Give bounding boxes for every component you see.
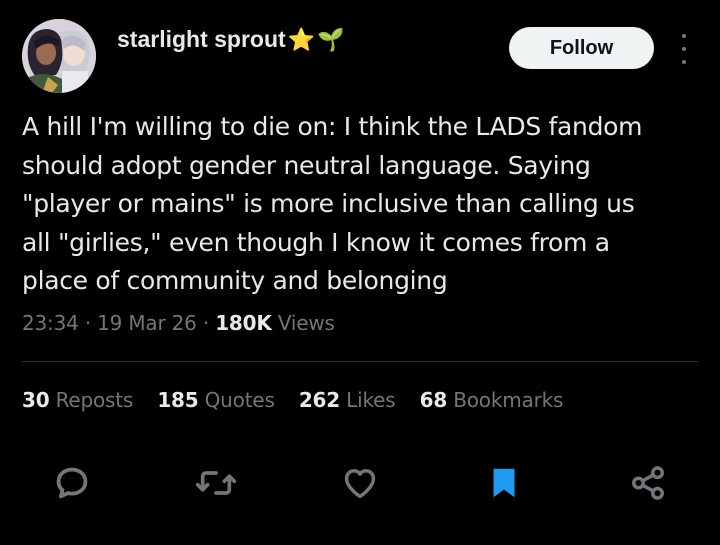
reposts-stat[interactable]: 30 Reposts xyxy=(22,388,133,412)
more-dot xyxy=(682,60,686,64)
share-icon[interactable] xyxy=(628,463,668,503)
likes-stat[interactable]: 262 Likes xyxy=(299,388,396,412)
bookmarks-label: Bookmarks xyxy=(453,388,564,412)
quotes-count: 185 xyxy=(157,388,199,412)
divider xyxy=(22,361,698,362)
star-emoji: ⭐ xyxy=(287,28,316,53)
sprout-emoji: 🌱 xyxy=(317,28,345,53)
more-options-icon[interactable] xyxy=(674,34,694,64)
reposts-label: Reposts xyxy=(55,388,134,412)
reposts-count: 30 xyxy=(22,388,50,412)
meta-separator: · xyxy=(202,311,216,335)
likes-label: Likes xyxy=(346,388,396,412)
tweet-meta: 23:34 · 19 Mar 26 · 180K Views xyxy=(22,311,335,335)
repost-icon[interactable] xyxy=(196,463,236,503)
views-count: 180K xyxy=(215,311,272,335)
tweet-date[interactable]: 19 Mar 26 xyxy=(97,311,197,335)
action-bar xyxy=(0,463,720,503)
quotes-label: Quotes xyxy=(204,388,275,412)
tweet-text: A hill I'm willing to die on: I think th… xyxy=(22,112,643,295)
display-name-text: starlight sprout xyxy=(117,26,286,52)
quotes-stat[interactable]: 185 Quotes xyxy=(157,388,275,412)
more-dot xyxy=(682,47,686,51)
avatar-image xyxy=(22,19,96,93)
bookmarks-stat[interactable]: 68 Bookmarks xyxy=(420,388,564,412)
tweet-time[interactable]: 23:34 xyxy=(22,311,79,335)
display-name[interactable]: starlight sprout⭐🌱 xyxy=(117,26,344,53)
bookmarks-count: 68 xyxy=(419,388,448,412)
heart-icon[interactable] xyxy=(340,463,380,503)
views-label: Views xyxy=(277,311,335,335)
likes-count: 262 xyxy=(298,388,340,412)
meta-separator: · xyxy=(84,311,98,335)
more-dot xyxy=(682,34,686,38)
follow-button[interactable]: Follow xyxy=(509,27,654,69)
engagement-stats: 30 Reposts 185 Quotes 262 Likes 68 Bookm… xyxy=(22,388,581,412)
bookmark-icon[interactable] xyxy=(484,463,524,503)
reply-icon[interactable] xyxy=(52,463,92,503)
avatar[interactable] xyxy=(22,19,96,93)
